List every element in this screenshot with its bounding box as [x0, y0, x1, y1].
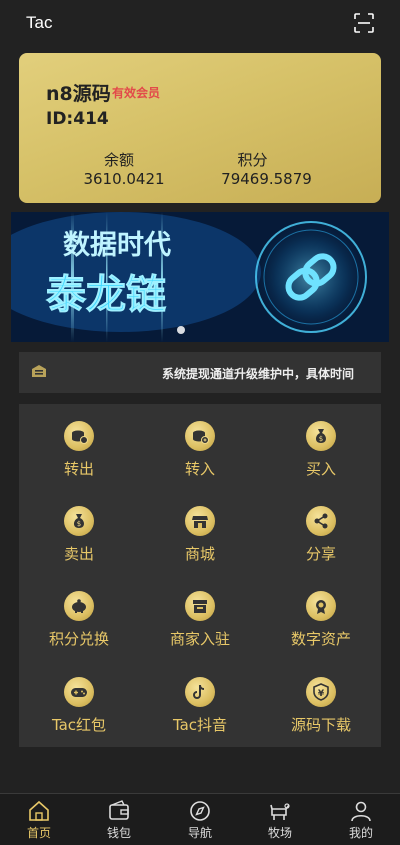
- tab-navigation[interactable]: 导航: [170, 800, 230, 841]
- menu-item-label: 转入: [184, 460, 215, 478]
- banner-subheadline: 泰龙链: [46, 272, 166, 318]
- menu-item-label: 分享: [305, 545, 336, 563]
- menu-item-label: Tac红包: [51, 716, 107, 734]
- menu-item-label: 买入: [305, 460, 336, 478]
- yen-shield-icon: ¥: [306, 677, 336, 707]
- menu-item-points-exchange[interactable]: 积分兑换: [19, 591, 139, 671]
- tab-label: 首页: [26, 826, 51, 840]
- promo-banner[interactable]: 数据时代 泰龙链: [11, 212, 389, 342]
- menu-item-label: 积分兑换: [48, 630, 109, 648]
- menu-item-transfer-out[interactable]: 转出: [19, 421, 139, 501]
- menu-item-merchant-join[interactable]: 商家入驻: [140, 591, 260, 671]
- menu-item-label: 商城: [184, 545, 215, 563]
- transfer-out-icon: [64, 421, 94, 451]
- piggy-bank-icon: [64, 591, 94, 621]
- compass-icon: [190, 801, 210, 821]
- svg-text:¥: ¥: [318, 689, 325, 699]
- menu-item-tac-redpacket[interactable]: Tac红包: [19, 677, 139, 757]
- scan-icon[interactable]: [354, 13, 374, 33]
- tab-home[interactable]: 首页: [9, 800, 69, 841]
- svg-text:$: $: [319, 435, 323, 443]
- menu-item-transfer-in[interactable]: 转入: [140, 421, 260, 501]
- menu-item-label: 卖出: [63, 545, 94, 563]
- banner-dot[interactable]: [177, 326, 185, 334]
- menu-item-label: 转出: [63, 460, 94, 478]
- account-card: n8源码 有效会员 ID:414 余额 3610.0421 积分 79469.5…: [19, 53, 381, 203]
- medal-icon: [306, 591, 336, 621]
- home-icon: [29, 800, 49, 821]
- menu-item-label: 数字资产: [290, 630, 351, 648]
- menu-item-sell[interactable]: $ 卖出: [19, 506, 139, 586]
- banner-headline: 数据时代: [63, 230, 171, 261]
- menu-item-source-download[interactable]: ¥ 源码下载: [261, 677, 381, 757]
- tab-label: 牧场: [267, 826, 292, 840]
- transfer-in-icon: [185, 421, 215, 451]
- ranch-icon: [270, 803, 290, 820]
- function-grid: 转出 转入 $ 买入 $ 卖出 商城 分享 积分兑换 商家入驻 数字资产 Tac…: [19, 404, 381, 747]
- tab-label: 钱包: [106, 826, 131, 840]
- store-icon: [185, 591, 215, 621]
- balance-stat[interactable]: 余额 3610.0421: [69, 149, 179, 188]
- top-bar: Tac: [0, 0, 400, 46]
- menu-item-label: Tac抖音: [172, 716, 228, 734]
- app-title: Tac: [26, 13, 53, 32]
- tiktok-icon: [185, 677, 215, 707]
- menu-item-digital-assets[interactable]: 数字资产: [261, 591, 381, 671]
- svg-text:$: $: [77, 520, 81, 528]
- gamepad-icon: [64, 677, 94, 707]
- menu-item-shop[interactable]: 商城: [140, 506, 260, 586]
- share-icon: [306, 506, 336, 536]
- balance-value: 3610.0421: [83, 170, 165, 188]
- sell-bag-icon: $: [64, 506, 94, 536]
- member-badge: 有效会员: [112, 86, 161, 100]
- announcement-icon: [31, 363, 47, 382]
- notice-text: 系统提现通道升级维护中，具体时间: [162, 367, 355, 381]
- tab-wallet[interactable]: 钱包: [89, 800, 149, 841]
- menu-item-tac-douyin[interactable]: Tac抖音: [140, 677, 260, 757]
- notice-bar[interactable]: 系统提现通道升级维护中，具体时间: [19, 352, 381, 393]
- user-icon: [351, 801, 371, 822]
- points-label: 积分: [237, 151, 268, 169]
- bottom-tab-bar: 首页 钱包 导航 牧场 我的: [0, 793, 400, 845]
- menu-item-label: 源码下载: [290, 716, 351, 734]
- account-id: ID:414: [46, 109, 109, 129]
- account-name: n8源码: [46, 83, 111, 105]
- tab-mine[interactable]: 我的: [331, 800, 391, 841]
- menu-item-buy[interactable]: $ 买入: [261, 421, 381, 501]
- menu-item-label: 商家入驻: [169, 630, 230, 648]
- points-value: 79469.5879: [221, 170, 312, 188]
- menu-item-share[interactable]: 分享: [261, 506, 381, 586]
- tab-label: 我的: [348, 826, 373, 840]
- points-stat[interactable]: 积分 79469.5879: [209, 149, 324, 188]
- wallet-icon: [109, 800, 129, 820]
- balance-label: 余额: [103, 151, 134, 169]
- tab-ranch[interactable]: 牧场: [250, 800, 310, 841]
- shop-icon: [185, 506, 215, 536]
- tab-label: 导航: [187, 826, 212, 840]
- money-bag-icon: $: [306, 421, 336, 451]
